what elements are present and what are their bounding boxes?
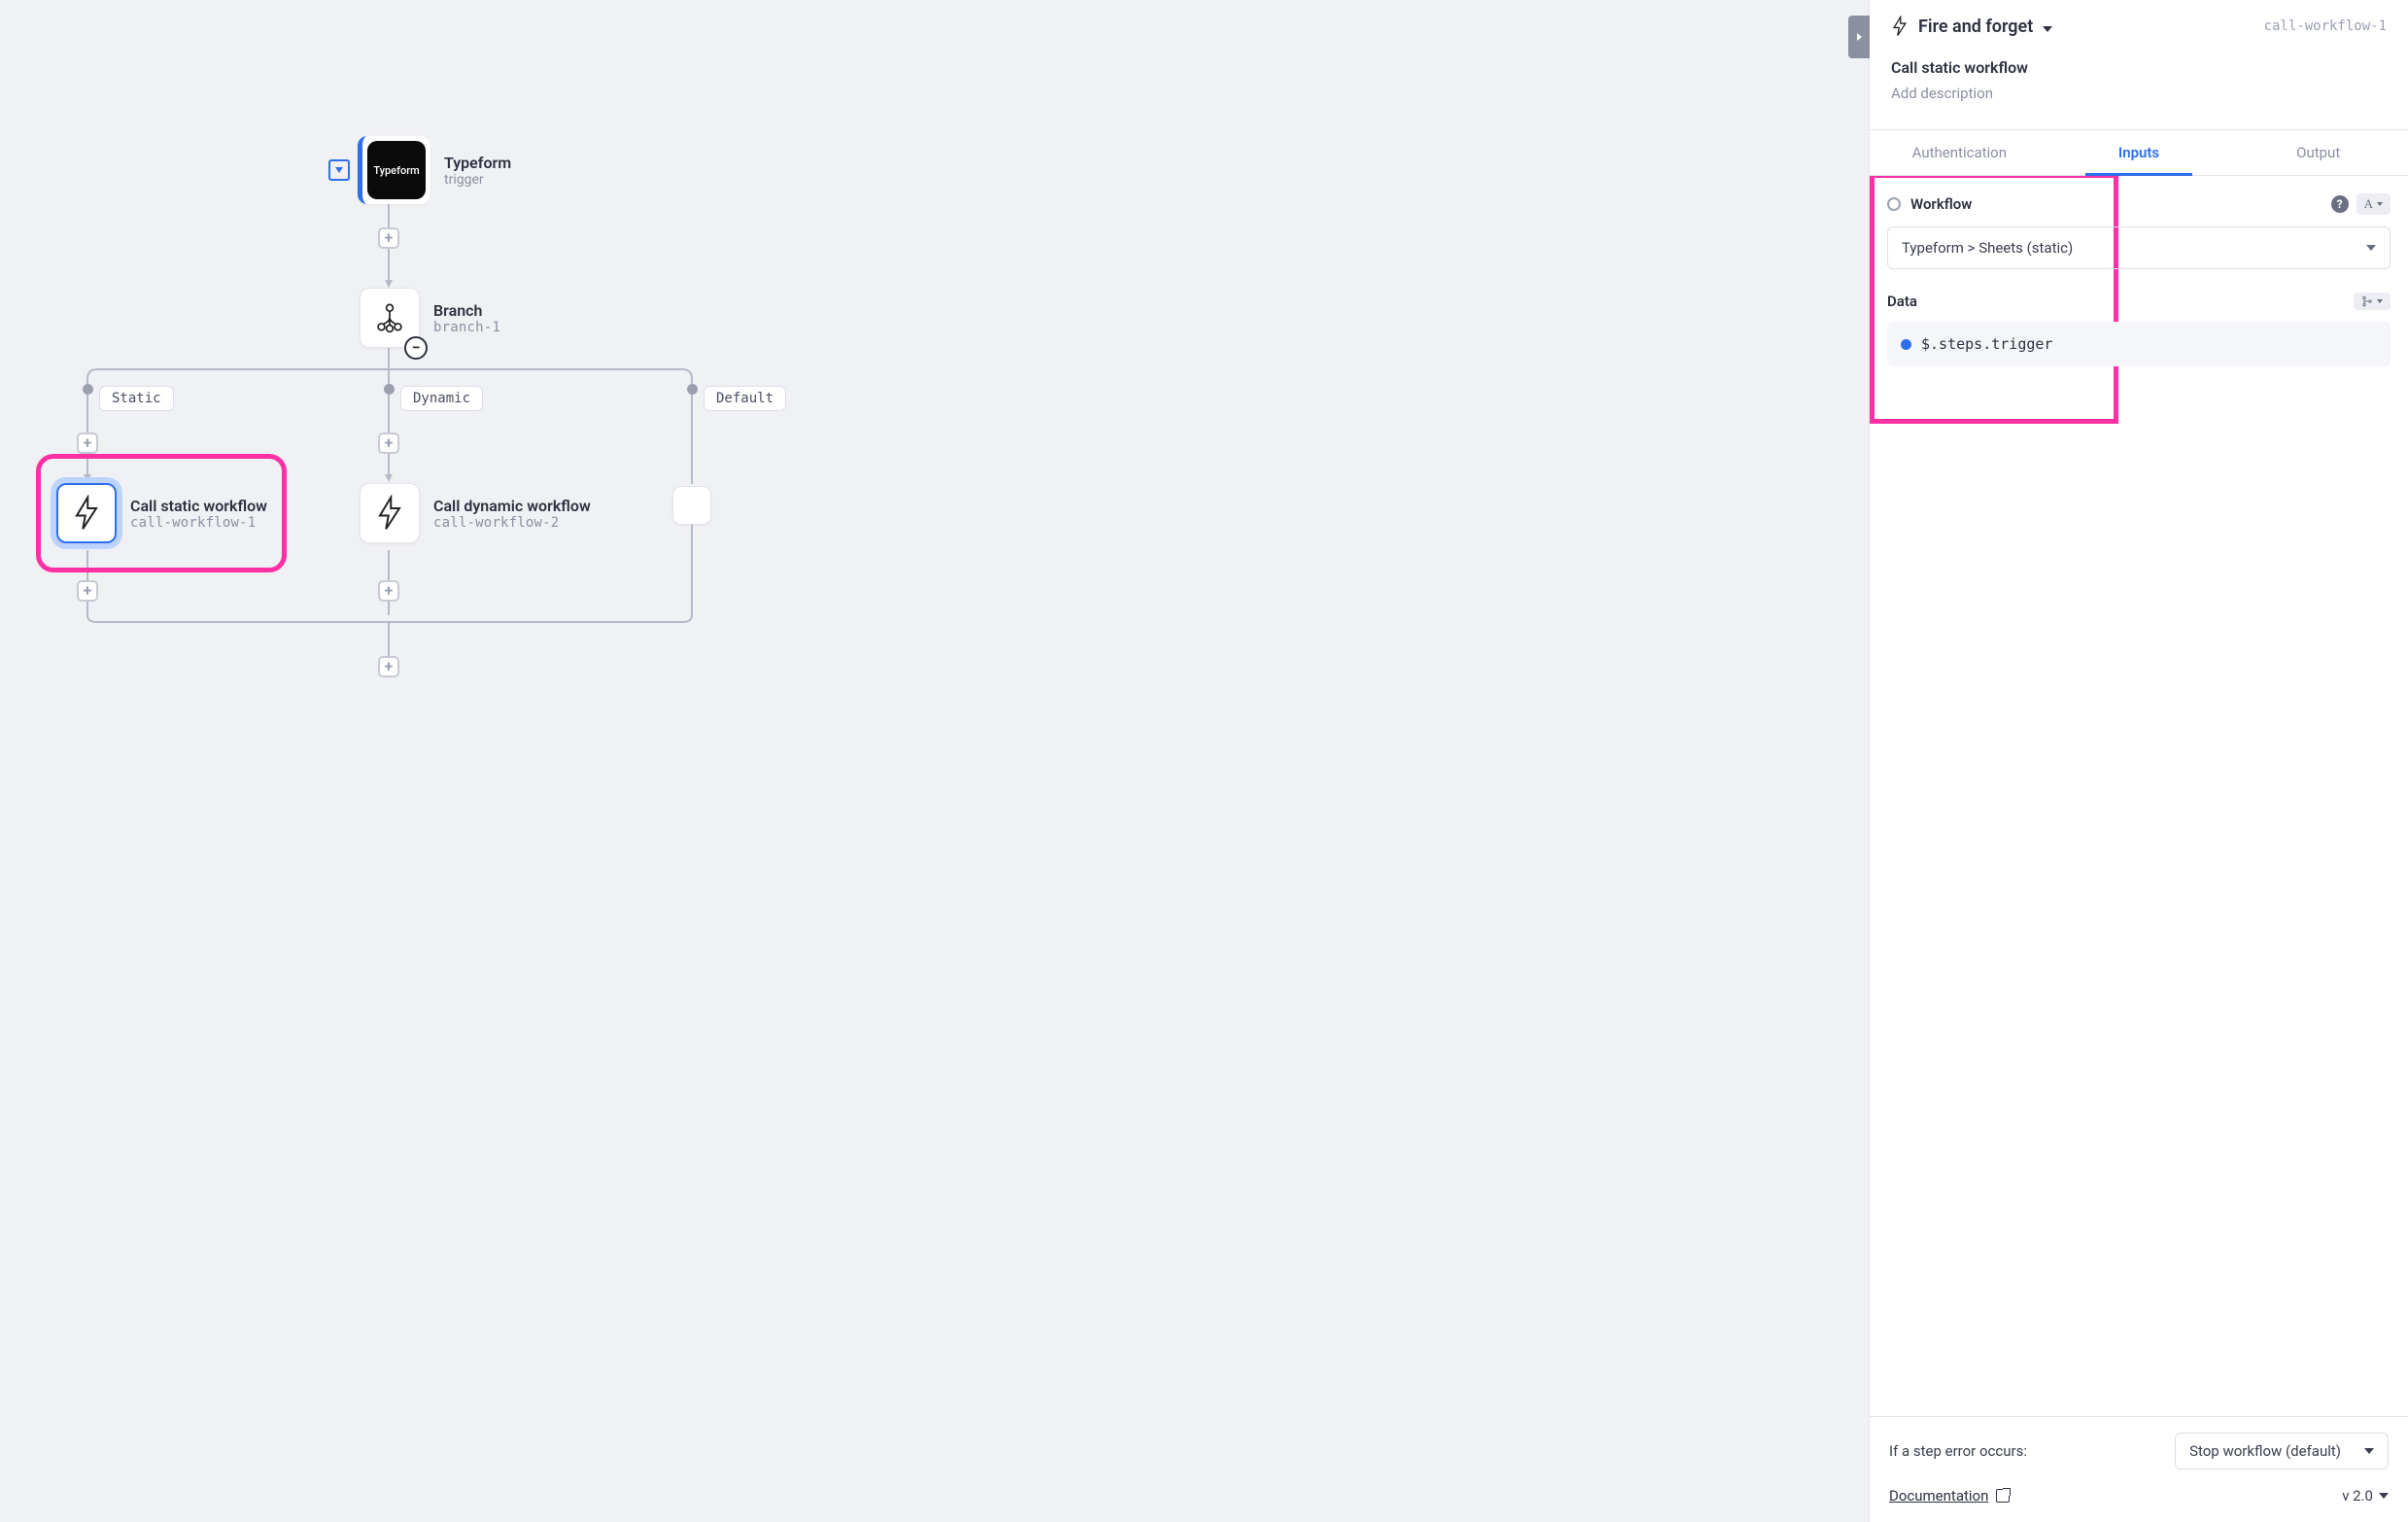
connectors-svg (0, 0, 1869, 1522)
error-handling-label: If a step error occurs: (1889, 1442, 2027, 1460)
panel-tabs: Authentication Inputs Output (1870, 129, 2408, 176)
chevron-right-icon (1857, 33, 1862, 41)
error-handling-value: Stop workflow (default) (2189, 1442, 2341, 1460)
version-selector[interactable]: v 2.0 (2342, 1487, 2389, 1505)
node-call-static[interactable]: Call static workflow call-workflow-1 (56, 483, 267, 543)
branch-label-static[interactable]: Static (99, 386, 174, 411)
node-branch[interactable]: Branch branch-1 (360, 288, 500, 348)
collapse-branch-button[interactable]: − (404, 336, 428, 360)
add-step-button[interactable]: + (378, 227, 399, 249)
help-icon[interactable]: ? (2331, 195, 2349, 213)
branch-label-dynamic[interactable]: Dynamic (400, 386, 483, 411)
error-handling-select[interactable]: Stop workflow (default) (2175, 1433, 2389, 1470)
tab-authentication[interactable]: Authentication (1870, 130, 2049, 175)
add-step-button[interactable]: + (378, 432, 399, 454)
field-workflow: Workflow ? A Typeform > Sheets (static) (1887, 193, 2391, 269)
data-input-value: $.steps.trigger (1921, 335, 2052, 353)
add-step-button[interactable]: + (378, 656, 399, 677)
field-type-toggle[interactable] (2354, 293, 2391, 310)
panel-subtitle[interactable]: Call static workflow (1891, 58, 2387, 77)
add-step-button[interactable]: + (77, 580, 98, 602)
scroll-target-icon[interactable] (328, 159, 350, 181)
details-panel: Fire and forget call-workflow-1 Call sta… (1869, 0, 2408, 1522)
tab-inputs[interactable]: Inputs (2049, 130, 2229, 175)
node-call-dynamic-title: Call dynamic workflow (433, 497, 591, 515)
required-indicator-icon (1887, 197, 1901, 211)
bolt-icon (360, 483, 420, 543)
node-branch-sub: branch-1 (433, 320, 500, 335)
tab-output[interactable]: Output (2228, 130, 2408, 175)
branch-dot (83, 384, 93, 395)
field-type-toggle[interactable]: A (2356, 193, 2391, 215)
panel-step-id: call-workflow-1 (2264, 18, 2387, 34)
add-step-button[interactable]: + (378, 580, 399, 602)
node-trigger-sub: trigger (444, 172, 511, 188)
jsonpath-icon (2361, 295, 2373, 307)
data-input[interactable]: $.steps.trigger (1887, 322, 2391, 366)
workflow-select-value: Typeform > Sheets (static) (1902, 239, 2073, 257)
branch-dot (687, 384, 698, 395)
node-branch-title: Branch (433, 301, 500, 320)
branch-dot (384, 384, 395, 395)
field-workflow-label: Workflow (1910, 195, 1972, 213)
node-call-dynamic[interactable]: Call dynamic workflow call-workflow-2 (360, 483, 591, 543)
workflow-select[interactable]: Typeform > Sheets (static) (1887, 226, 2391, 269)
bolt-icon (56, 483, 117, 543)
node-trigger[interactable]: Typeform Typeform trigger (358, 136, 511, 204)
chevron-down-icon (2379, 1493, 2389, 1499)
node-trigger-title: Typeform (444, 154, 511, 172)
documentation-link[interactable]: Documentation (1889, 1487, 2010, 1505)
node-call-static-sub: call-workflow-1 (130, 515, 267, 531)
typeform-logo-icon: Typeform (367, 141, 426, 199)
bolt-icon (1891, 16, 1909, 37)
workflow-canvas[interactable]: Typeform Typeform trigger + (0, 0, 1869, 1522)
panel-title-dropdown[interactable] (2043, 17, 2052, 36)
external-link-icon (1996, 1489, 2010, 1503)
branch-label-default[interactable]: Default (704, 386, 786, 411)
node-empty-default[interactable] (672, 486, 711, 525)
chevron-down-icon (2366, 245, 2376, 251)
panel-collapse-button[interactable] (1848, 16, 1870, 58)
panel-description-placeholder[interactable]: Add description (1891, 85, 2387, 102)
panel-title[interactable]: Fire and forget (1918, 17, 2033, 37)
chevron-down-icon (2364, 1448, 2374, 1454)
node-call-static-title: Call static workflow (130, 497, 267, 515)
field-data: Data $.steps.trigger (1887, 293, 2391, 366)
field-data-label: Data (1887, 293, 1917, 310)
jsonpath-indicator-icon (1901, 339, 1911, 350)
add-step-button[interactable]: + (77, 432, 98, 454)
node-call-dynamic-sub: call-workflow-2 (433, 515, 591, 531)
